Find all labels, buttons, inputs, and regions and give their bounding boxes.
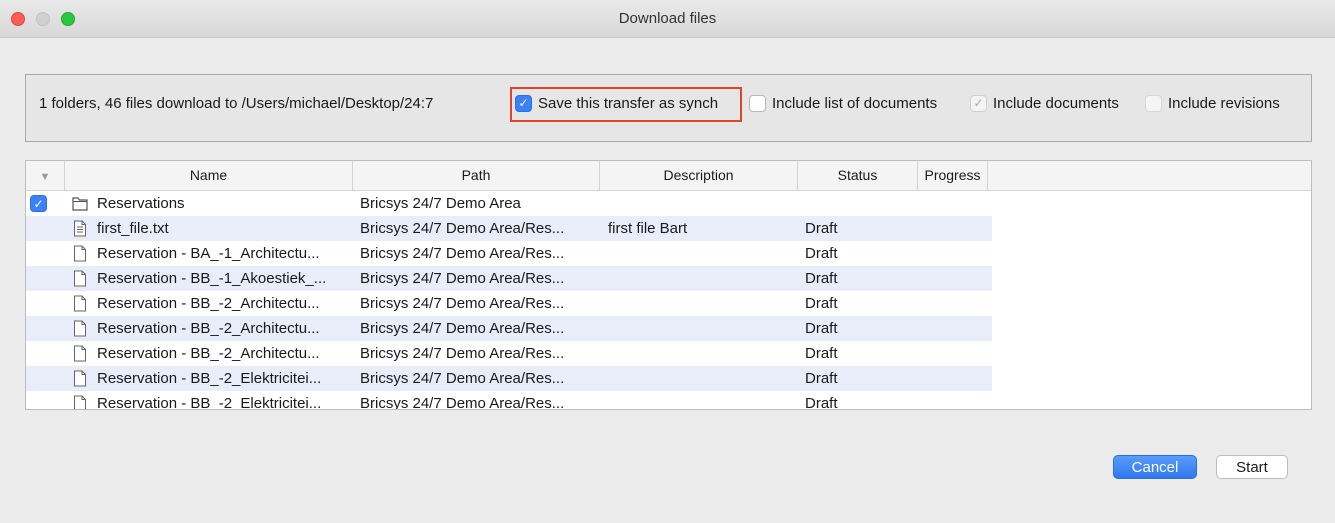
cell-path: Bricsys 24/7 Demo Area/Res... bbox=[360, 220, 565, 237]
text-file-icon bbox=[72, 220, 88, 237]
title-bar: Download files bbox=[0, 0, 1335, 38]
include-documents-label: Include documents bbox=[993, 94, 1119, 112]
cell-path: Bricsys 24/7 Demo Area/Res... bbox=[360, 270, 565, 287]
cell-name: first_file.txt bbox=[97, 220, 169, 237]
save-as-synch-checkbox[interactable]: ✓ bbox=[515, 94, 532, 112]
folder-icon bbox=[72, 195, 88, 212]
cell-path: Bricsys 24/7 Demo Area bbox=[360, 195, 521, 212]
header-status[interactable]: Status bbox=[798, 161, 918, 190]
table-row[interactable]: Reservation - BB_-1_Akoestiek_... Bricsys… bbox=[26, 266, 992, 291]
table-row[interactable]: Reservation - BB_-2_Architectu... Bricsys… bbox=[26, 341, 992, 366]
file-icon bbox=[72, 345, 88, 362]
header-description[interactable]: Description bbox=[600, 161, 798, 190]
cell-name: Reservation - BB_-2_Architectu... bbox=[97, 295, 320, 312]
cell-path: Bricsys 24/7 Demo Area/Res... bbox=[360, 370, 565, 387]
header-path[interactable]: Path bbox=[353, 161, 600, 190]
header-name[interactable]: Name bbox=[65, 161, 353, 190]
cell-path: Bricsys 24/7 Demo Area/Res... bbox=[360, 295, 565, 312]
file-icon bbox=[72, 395, 88, 409]
cell-status: Draft bbox=[805, 320, 838, 337]
cell-name: Reservation - BB_-2_Architectu... bbox=[97, 320, 320, 337]
cell-status: Draft bbox=[805, 345, 838, 362]
table-header: ▼ Name Path Description Status Progress bbox=[26, 161, 1311, 191]
cell-path: Bricsys 24/7 Demo Area/Res... bbox=[360, 345, 565, 362]
download-summary: 1 folders, 46 files download to /Users/m… bbox=[39, 95, 434, 112]
file-icon bbox=[72, 320, 88, 337]
header-progress[interactable]: Progress bbox=[918, 161, 988, 190]
cell-path: Bricsys 24/7 Demo Area/Res... bbox=[360, 320, 565, 337]
cell-path: Bricsys 24/7 Demo Area/Res... bbox=[360, 395, 565, 410]
files-table[interactable]: ▼ Name Path Description Status Progress … bbox=[25, 160, 1312, 410]
cell-name: Reservation - BB_-2_Elektricitei... bbox=[97, 370, 322, 387]
include-documents-option: ✓ Include documents bbox=[970, 91, 1119, 115]
save-as-synch-option[interactable]: ✓ Save this transfer as synch bbox=[515, 91, 718, 115]
window-title: Download files bbox=[618, 10, 717, 27]
start-button[interactable]: Start bbox=[1216, 455, 1288, 479]
cell-description bbox=[608, 316, 798, 341]
file-icon bbox=[72, 245, 88, 262]
include-list-option[interactable]: Include list of documents bbox=[749, 91, 937, 115]
table-row[interactable]: Reservation - BB_-2_Architectu... Bricsys… bbox=[26, 291, 992, 316]
cell-description bbox=[608, 241, 798, 266]
cell-description bbox=[608, 391, 798, 409]
table-row[interactable]: Reservation - BB_-2_Architectu... Bricsys… bbox=[26, 316, 992, 341]
cell-name: Reservations bbox=[97, 195, 185, 212]
include-list-label: Include list of documents bbox=[772, 94, 938, 112]
table-row[interactable]: ✓ Reservations Bricsys 24/7 Demo Area bbox=[26, 191, 992, 216]
cell-status: Draft bbox=[805, 220, 838, 237]
include-list-checkbox[interactable] bbox=[749, 94, 766, 112]
cell-name: Reservation - BB_-1_Akoestiek_... bbox=[97, 270, 327, 287]
cell-status: Draft bbox=[805, 395, 838, 410]
cell-status: Draft bbox=[805, 270, 838, 287]
sort-down-icon: ▼ bbox=[39, 171, 51, 183]
cell-description bbox=[608, 266, 798, 291]
transfer-options-panel: 1 folders, 46 files download to /Users/m… bbox=[25, 74, 1312, 142]
cell-description bbox=[608, 341, 798, 366]
cancel-button[interactable]: Cancel bbox=[1113, 455, 1197, 479]
include-revisions-label: Include revisions bbox=[1168, 94, 1280, 112]
save-as-synch-label: Save this transfer as synch bbox=[538, 94, 719, 112]
table-row[interactable]: Reservation - BB_-2_Elektricitei... Brics… bbox=[26, 366, 992, 391]
header-sort-column[interactable]: ▼ bbox=[26, 161, 65, 190]
table-row[interactable]: Reservation - BB_-2_Elektricitei... Brics… bbox=[26, 391, 992, 410]
cell-status: Draft bbox=[805, 370, 838, 387]
file-icon bbox=[72, 295, 88, 312]
include-revisions-checkbox bbox=[1145, 94, 1162, 112]
cell-status: Draft bbox=[805, 295, 838, 312]
cell-path: Bricsys 24/7 Demo Area/Res... bbox=[360, 245, 565, 262]
row-checkbox[interactable]: ✓ bbox=[30, 195, 47, 212]
cell-name: Reservation - BB_-2_Architectu... bbox=[97, 345, 320, 362]
cell-description: first file Bart bbox=[608, 220, 688, 237]
include-documents-checkbox: ✓ bbox=[970, 94, 987, 112]
cell-status bbox=[805, 191, 915, 216]
cell-name: Reservation - BA_-1_Architectu... bbox=[97, 245, 320, 262]
cell-description bbox=[608, 191, 798, 216]
include-revisions-option: Include revisions bbox=[1145, 91, 1280, 115]
file-icon bbox=[72, 270, 88, 287]
cell-description bbox=[608, 291, 798, 316]
file-icon bbox=[72, 370, 88, 387]
cell-status: Draft bbox=[805, 245, 838, 262]
cell-name: Reservation - BB_-2_Elektricitei... bbox=[97, 395, 322, 410]
cell-description bbox=[608, 366, 798, 391]
table-row[interactable]: Reservation - BA_-1_Architectu... Bricsys… bbox=[26, 241, 992, 266]
table-row[interactable]: first_file.txt Bricsys 24/7 Demo Area/Res… bbox=[26, 216, 992, 241]
